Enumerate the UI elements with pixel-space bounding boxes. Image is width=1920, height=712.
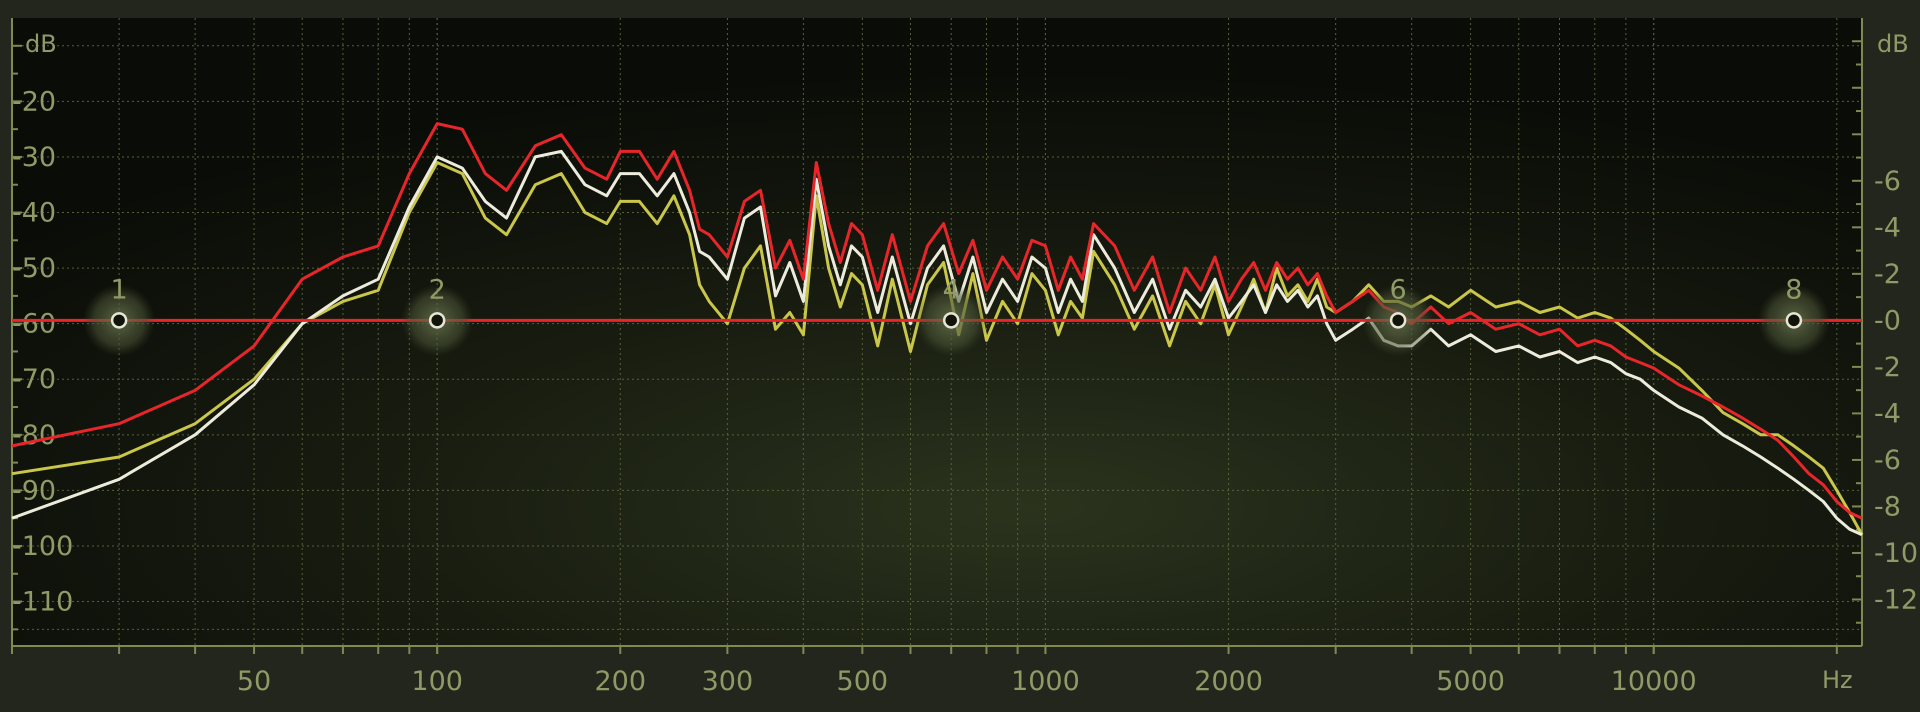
x-tick-label: 2000: [1194, 666, 1263, 697]
y-tick-label: -90: [12, 475, 56, 506]
eq-node-label: 6: [1390, 274, 1407, 305]
x-tick-label: 500: [837, 666, 889, 697]
y-tick-label: -20: [12, 86, 56, 117]
eq-node-label: 2: [429, 274, 446, 305]
x-tick-label: 300: [702, 666, 754, 697]
y2-tick-label: -4: [1874, 212, 1901, 243]
eq-node-label: 1: [111, 274, 128, 305]
x-tick-label: 50: [237, 666, 271, 697]
x-tick-label: 100: [411, 666, 463, 697]
y2-tick-label: -2: [1874, 259, 1901, 290]
eq-analyzer-panel: -20 -30 -40 -50 -60 -70 -80 -90 -100 -110 -6 -4 -2 -0…: [0, 0, 1920, 712]
y2-tick-label: -4: [1874, 398, 1901, 429]
left-axis-unit: dB: [25, 30, 57, 58]
spectrum-chart: -20 -30 -40 -50 -60 -70 -80 -90 -100 -110 -6 -4 -2 -0…: [11, 18, 1918, 697]
x-tick-label: 5000: [1436, 666, 1505, 697]
y2-tick-label: -6: [1874, 445, 1901, 476]
eq-node-handle[interactable]: [1389, 312, 1407, 329]
eq-node-label: 4: [943, 274, 960, 305]
x-tick-label: 1000: [1011, 666, 1080, 697]
x-axis-unit: Hz: [1822, 666, 1853, 694]
right-axis-unit: dB: [1877, 30, 1909, 58]
eq-node-handle[interactable]: [1785, 312, 1803, 329]
y-tick-label: -60: [12, 309, 56, 340]
eq-node-handle[interactable]: [942, 312, 960, 329]
y-tick-label: -110: [12, 587, 73, 618]
y-tick-label: -30: [12, 142, 56, 173]
y-tick-label: -80: [12, 420, 56, 451]
x-tick-label: 10000: [1611, 666, 1697, 697]
y2-tick-label: -10: [1874, 538, 1918, 569]
x-tick-label: 200: [595, 666, 647, 697]
y-tick-label: -100: [12, 531, 73, 562]
y2-tick-label: -8: [1874, 491, 1901, 522]
eq-node-handle[interactable]: [110, 312, 128, 329]
y-tick-label: -50: [12, 253, 56, 284]
y2-tick-label: -0: [1874, 305, 1901, 336]
y-tick-label: -70: [12, 364, 56, 395]
y2-tick-label: -6: [1874, 166, 1901, 197]
eq-node-label: 8: [1785, 274, 1802, 305]
y-tick-label: -40: [12, 198, 56, 229]
eq-node-handle[interactable]: [428, 312, 446, 329]
y2-tick-label: -2: [1874, 352, 1901, 383]
y2-tick-label: -12: [1874, 584, 1918, 615]
